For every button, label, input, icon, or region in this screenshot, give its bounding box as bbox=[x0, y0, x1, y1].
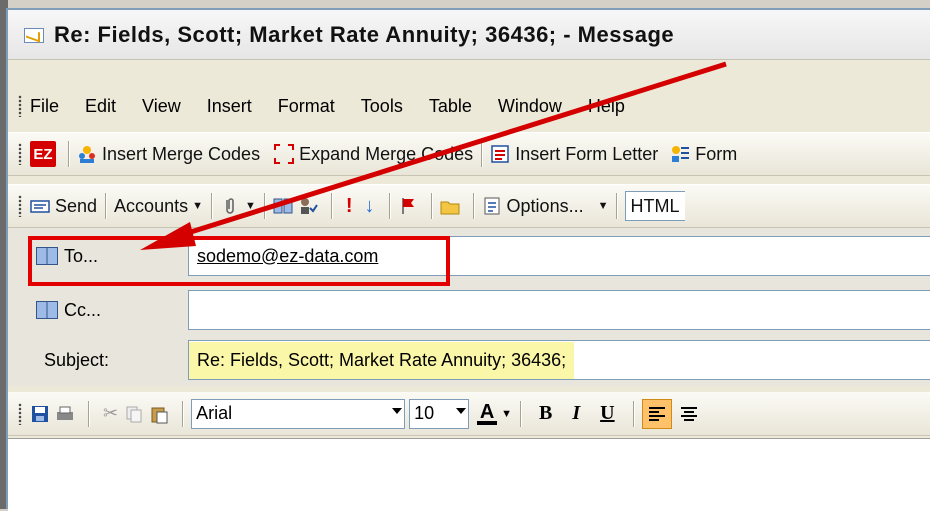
copy-icon[interactable] bbox=[124, 404, 144, 424]
toolbar-grip[interactable] bbox=[18, 195, 22, 217]
options-button[interactable]: Options... ▼ bbox=[482, 196, 609, 217]
toolbar-grip[interactable] bbox=[18, 402, 22, 425]
subject-field[interactable]: Re: Fields, Scott; Market Rate Annuity; … bbox=[188, 340, 930, 380]
menu-window[interactable]: Window bbox=[498, 96, 562, 117]
chevron-down-icon bbox=[456, 407, 467, 414]
ez-logo-icon[interactable]: EZ bbox=[30, 141, 56, 167]
menu-view[interactable]: View bbox=[142, 96, 181, 117]
menu-table[interactable]: Table bbox=[429, 96, 472, 117]
chevron-down-icon bbox=[392, 407, 403, 414]
menu-grip[interactable] bbox=[18, 95, 22, 117]
message-body[interactable] bbox=[8, 438, 930, 511]
expand-merge-codes-button[interactable]: Expand Merge Codes bbox=[274, 144, 473, 165]
check-names-icon[interactable] bbox=[298, 196, 318, 216]
chevron-down-icon: ▼ bbox=[597, 200, 609, 212]
italic-button[interactable]: I bbox=[572, 402, 580, 425]
window-title: Re: Fields, Scott; Market Rate Annuity; … bbox=[54, 21, 675, 47]
people-icon bbox=[79, 146, 95, 163]
bold-button[interactable]: B bbox=[539, 402, 552, 425]
menu-insert[interactable]: Insert bbox=[207, 96, 252, 117]
paste-icon[interactable] bbox=[149, 404, 169, 424]
options-icon bbox=[484, 197, 500, 215]
save-icon[interactable] bbox=[30, 404, 50, 424]
menu-tools[interactable]: Tools bbox=[361, 96, 403, 117]
message-headers: To... sodemo@ez-data.com Cc... Subject: … bbox=[8, 228, 930, 386]
address-book-icon bbox=[36, 301, 58, 319]
chevron-down-icon[interactable]: ▼ bbox=[501, 408, 512, 420]
chevron-down-icon: ▼ bbox=[244, 200, 256, 212]
address-book-icon[interactable] bbox=[273, 196, 293, 216]
font-color-icon: A bbox=[479, 400, 495, 423]
form-letter-icon bbox=[491, 145, 509, 163]
toolbar-grip[interactable] bbox=[18, 143, 22, 165]
ez-toolbar: EZ Insert Merge Codes Expand Merge Codes… bbox=[8, 132, 930, 176]
form-icon bbox=[672, 146, 690, 162]
align-left-icon bbox=[648, 406, 665, 421]
high-importance-icon[interactable]: ! bbox=[346, 195, 353, 218]
standard-toolbar: Send Accounts ▼ ▼ ! ↓ Options... ▼ HTML bbox=[8, 184, 930, 228]
cc-field[interactable] bbox=[188, 290, 930, 330]
font-color-button[interactable]: A bbox=[477, 400, 498, 425]
paperclip-icon bbox=[226, 198, 234, 214]
font-name-select[interactable]: Arial bbox=[191, 398, 406, 429]
print-icon[interactable] bbox=[55, 404, 75, 424]
attach-button[interactable]: ▼ bbox=[220, 196, 256, 216]
send-icon bbox=[30, 200, 50, 213]
formatting-toolbar: ✂ Arial 10 A ▼ B I U bbox=[8, 392, 930, 436]
expand-icon bbox=[274, 144, 295, 164]
subject-label: Subject: bbox=[44, 349, 110, 370]
folder-icon[interactable] bbox=[440, 196, 460, 216]
to-highlight-box bbox=[28, 236, 450, 286]
accounts-dropdown[interactable]: Accounts ▼ bbox=[114, 196, 203, 217]
to-row: To... sodemo@ez-data.com bbox=[8, 232, 930, 286]
cut-icon[interactable]: ✂ bbox=[103, 403, 118, 424]
message-window: Re: Fields, Scott; Market Rate Annuity; … bbox=[6, 8, 930, 511]
subject-row: Subject: Re: Fields, Scott; Market Rate … bbox=[8, 336, 930, 384]
flag-icon[interactable] bbox=[398, 196, 418, 216]
cc-row: Cc... bbox=[8, 286, 930, 334]
menu-format[interactable]: Format bbox=[278, 96, 335, 117]
menu-bar: File Edit View Insert Format Tools Table… bbox=[8, 88, 930, 124]
title-bar: Re: Fields, Scott; Market Rate Annuity; … bbox=[8, 10, 930, 60]
align-center-icon[interactable] bbox=[678, 404, 700, 424]
menu-help[interactable]: Help bbox=[588, 96, 625, 117]
underline-button[interactable]: U bbox=[600, 402, 614, 425]
form-button[interactable]: Form bbox=[670, 144, 737, 165]
menu-file[interactable]: File bbox=[30, 96, 59, 117]
insert-merge-codes-button[interactable]: Insert Merge Codes bbox=[77, 144, 260, 165]
message-icon bbox=[22, 24, 48, 46]
insert-form-letter-button[interactable]: Insert Form Letter bbox=[490, 144, 658, 165]
send-button[interactable]: Send bbox=[30, 196, 97, 217]
chevron-down-icon: ▼ bbox=[192, 200, 203, 212]
align-left-button[interactable] bbox=[641, 398, 672, 429]
subject-highlight: Re: Fields, Scott; Market Rate Annuity; … bbox=[189, 341, 575, 379]
low-importance-icon[interactable]: ↓ bbox=[365, 195, 375, 218]
message-format-select[interactable]: HTML bbox=[625, 191, 686, 221]
menu-edit[interactable]: Edit bbox=[85, 96, 116, 117]
font-size-select[interactable]: 10 bbox=[409, 398, 470, 429]
cc-button[interactable]: Cc... bbox=[36, 300, 101, 321]
